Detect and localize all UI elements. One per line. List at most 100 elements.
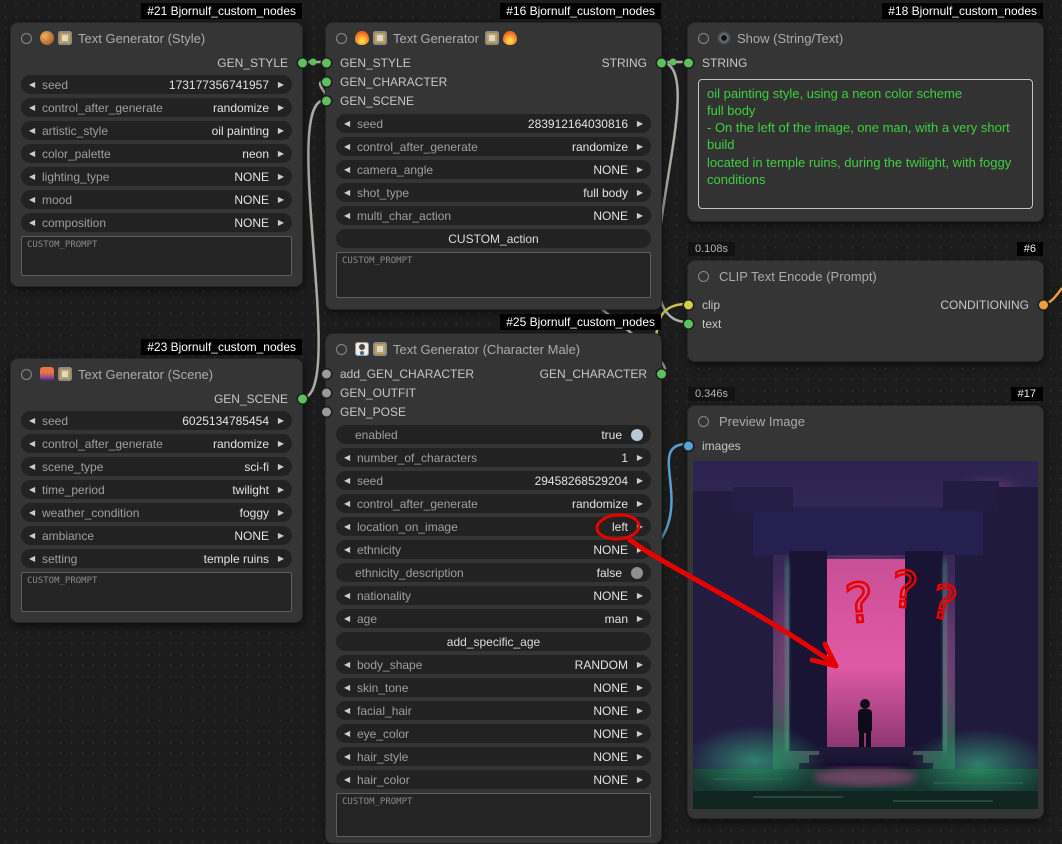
increment-arrow[interactable]: ▶ (633, 517, 643, 536)
toggle-knob[interactable] (631, 567, 643, 579)
output-port-dot[interactable] (298, 58, 307, 67)
decrement-arrow[interactable]: ◀ (344, 678, 354, 697)
collapse-toggle[interactable] (698, 416, 709, 427)
node-text-generator-style[interactable]: #21 Bjornulf_custom_nodes Text Generator… (10, 22, 303, 287)
widget-skin-tone[interactable]: ◀ skin_tone NONE ▶ (336, 678, 651, 697)
input-clip[interactable]: clip CONDITIONING (688, 295, 1043, 314)
decrement-arrow[interactable]: ◀ (29, 98, 39, 117)
custom-prompt-input[interactable] (336, 252, 651, 298)
widget-location-on-image[interactable]: ◀ location_on_image left ▶ (336, 517, 651, 536)
widget-setting[interactable]: ◀ setting temple ruins ▶ (21, 549, 292, 568)
decrement-arrow[interactable]: ◀ (344, 540, 354, 559)
increment-arrow[interactable]: ▶ (633, 609, 643, 628)
increment-arrow[interactable]: ▶ (274, 411, 284, 430)
decrement-arrow[interactable]: ◀ (29, 503, 39, 522)
node-header[interactable]: Text Generator (Scene) (11, 359, 302, 389)
increment-arrow[interactable]: ▶ (633, 655, 643, 674)
custom-prompt-input[interactable] (336, 793, 651, 837)
widget-eye-color[interactable]: ◀ eye_color NONE ▶ (336, 724, 651, 743)
increment-arrow[interactable]: ▶ (633, 747, 643, 766)
decrement-arrow[interactable]: ◀ (29, 190, 39, 209)
node-text-generator-main[interactable]: #16 Bjornulf_custom_nodes Text Generator… (325, 22, 662, 310)
decrement-arrow[interactable]: ◀ (344, 137, 354, 156)
input-port-dot[interactable] (322, 96, 331, 105)
collapse-toggle[interactable] (698, 33, 709, 44)
increment-arrow[interactable]: ▶ (633, 724, 643, 743)
input-string[interactable]: STRING (688, 53, 1043, 72)
increment-arrow[interactable]: ▶ (633, 448, 643, 467)
widget-artistic-style[interactable]: ◀ artistic_style oil painting ▶ (21, 121, 292, 140)
decrement-arrow[interactable]: ◀ (344, 724, 354, 743)
widget-seed[interactable]: ◀ seed 173177356741957 ▶ (21, 75, 292, 94)
increment-arrow[interactable]: ▶ (633, 114, 643, 133)
widget-control-after-generate[interactable]: ◀ control_after_generate randomize ▶ (21, 98, 292, 117)
node-preview-image[interactable]: 0.346s #17 Preview Image images (687, 405, 1044, 819)
increment-arrow[interactable]: ▶ (274, 434, 284, 453)
increment-arrow[interactable]: ▶ (633, 701, 643, 720)
decrement-arrow[interactable]: ◀ (29, 121, 39, 140)
increment-arrow[interactable]: ▶ (274, 526, 284, 545)
input-port-dot[interactable] (322, 369, 331, 378)
input-port-dot[interactable] (322, 407, 331, 416)
decrement-arrow[interactable]: ◀ (344, 517, 354, 536)
decrement-arrow[interactable]: ◀ (344, 471, 354, 490)
increment-arrow[interactable]: ▶ (274, 144, 284, 163)
widget-control-after-generate[interactable]: ◀ control_after_generate randomize ▶ (336, 494, 651, 513)
input-gen-character[interactable]: GEN_CHARACTER (326, 72, 661, 91)
widget-weather-condition[interactable]: ◀ weather_condition foggy ▶ (21, 503, 292, 522)
decrement-arrow[interactable]: ◀ (344, 183, 354, 202)
input-text[interactable]: text (688, 314, 1043, 333)
widget-seed[interactable]: ◀ seed 6025134785454 ▶ (21, 411, 292, 430)
node-header[interactable]: Show (String/Text) (688, 23, 1043, 53)
widget-color-palette[interactable]: ◀ color_palette neon ▶ (21, 144, 292, 163)
increment-arrow[interactable]: ▶ (274, 121, 284, 140)
increment-arrow[interactable]: ▶ (274, 480, 284, 499)
toggle-knob[interactable] (631, 429, 643, 441)
collapse-toggle[interactable] (21, 369, 32, 380)
widget-composition[interactable]: ◀ composition NONE ▶ (21, 213, 292, 232)
widget-time-period[interactable]: ◀ time_period twilight ▶ (21, 480, 292, 499)
widget-shot-type[interactable]: ◀ shot_type full body ▶ (336, 183, 651, 202)
node-text-generator-character-male[interactable]: #25 Bjornulf_custom_nodes Text Generator… (325, 333, 662, 844)
widget-seed[interactable]: ◀ seed 283912164030816 ▶ (336, 114, 651, 133)
custom-action-button[interactable]: CUSTOM_action (336, 229, 651, 248)
decrement-arrow[interactable]: ◀ (344, 114, 354, 133)
custom-prompt-input[interactable] (21, 572, 292, 612)
input-port-dot[interactable] (684, 300, 693, 309)
decrement-arrow[interactable]: ◀ (29, 434, 39, 453)
increment-arrow[interactable]: ▶ (633, 494, 643, 513)
increment-arrow[interactable]: ▶ (633, 183, 643, 202)
decrement-arrow[interactable]: ◀ (29, 526, 39, 545)
decrement-arrow[interactable]: ◀ (344, 747, 354, 766)
decrement-arrow[interactable]: ◀ (344, 586, 354, 605)
node-show-string[interactable]: #18 Bjornulf_custom_nodes Show (String/T… (687, 22, 1044, 222)
widget-scene-type[interactable]: ◀ scene_type sci-fi ▶ (21, 457, 292, 476)
node-header[interactable]: Text Generator (326, 23, 661, 53)
input-port-dot[interactable] (684, 58, 693, 67)
input-port-dot[interactable] (322, 77, 331, 86)
output-port-dot[interactable] (298, 394, 307, 403)
increment-arrow[interactable]: ▶ (633, 586, 643, 605)
node-header[interactable]: CLIP Text Encode (Prompt) (688, 261, 1043, 291)
decrement-arrow[interactable]: ◀ (344, 655, 354, 674)
input-gen-style[interactable]: GEN_STYLE STRING (326, 53, 661, 72)
increment-arrow[interactable]: ▶ (633, 471, 643, 490)
increment-arrow[interactable]: ▶ (633, 206, 643, 225)
decrement-arrow[interactable]: ◀ (29, 213, 39, 232)
decrement-arrow[interactable]: ◀ (29, 411, 39, 430)
collapse-toggle[interactable] (336, 33, 347, 44)
increment-arrow[interactable]: ▶ (274, 75, 284, 94)
increment-arrow[interactable]: ▶ (274, 503, 284, 522)
widget-seed[interactable]: ◀ seed 29458268529204 ▶ (336, 471, 651, 490)
decrement-arrow[interactable]: ◀ (344, 494, 354, 513)
node-text-generator-scene[interactable]: #23 Bjornulf_custom_nodes Text Generator… (10, 358, 303, 623)
decrement-arrow[interactable]: ◀ (344, 206, 354, 225)
decrement-arrow[interactable]: ◀ (344, 160, 354, 179)
collapse-toggle[interactable] (698, 271, 709, 282)
output-gen-scene[interactable]: GEN_SCENE (11, 389, 302, 408)
widget-ethnicity[interactable]: ◀ ethnicity NONE ▶ (336, 540, 651, 559)
output-port-dot[interactable] (657, 369, 666, 378)
input-add-gen-character[interactable]: add_GEN_CHARACTER GEN_CHARACTER (326, 364, 661, 383)
decrement-arrow[interactable]: ◀ (29, 457, 39, 476)
output-port-dot[interactable] (1039, 300, 1048, 309)
